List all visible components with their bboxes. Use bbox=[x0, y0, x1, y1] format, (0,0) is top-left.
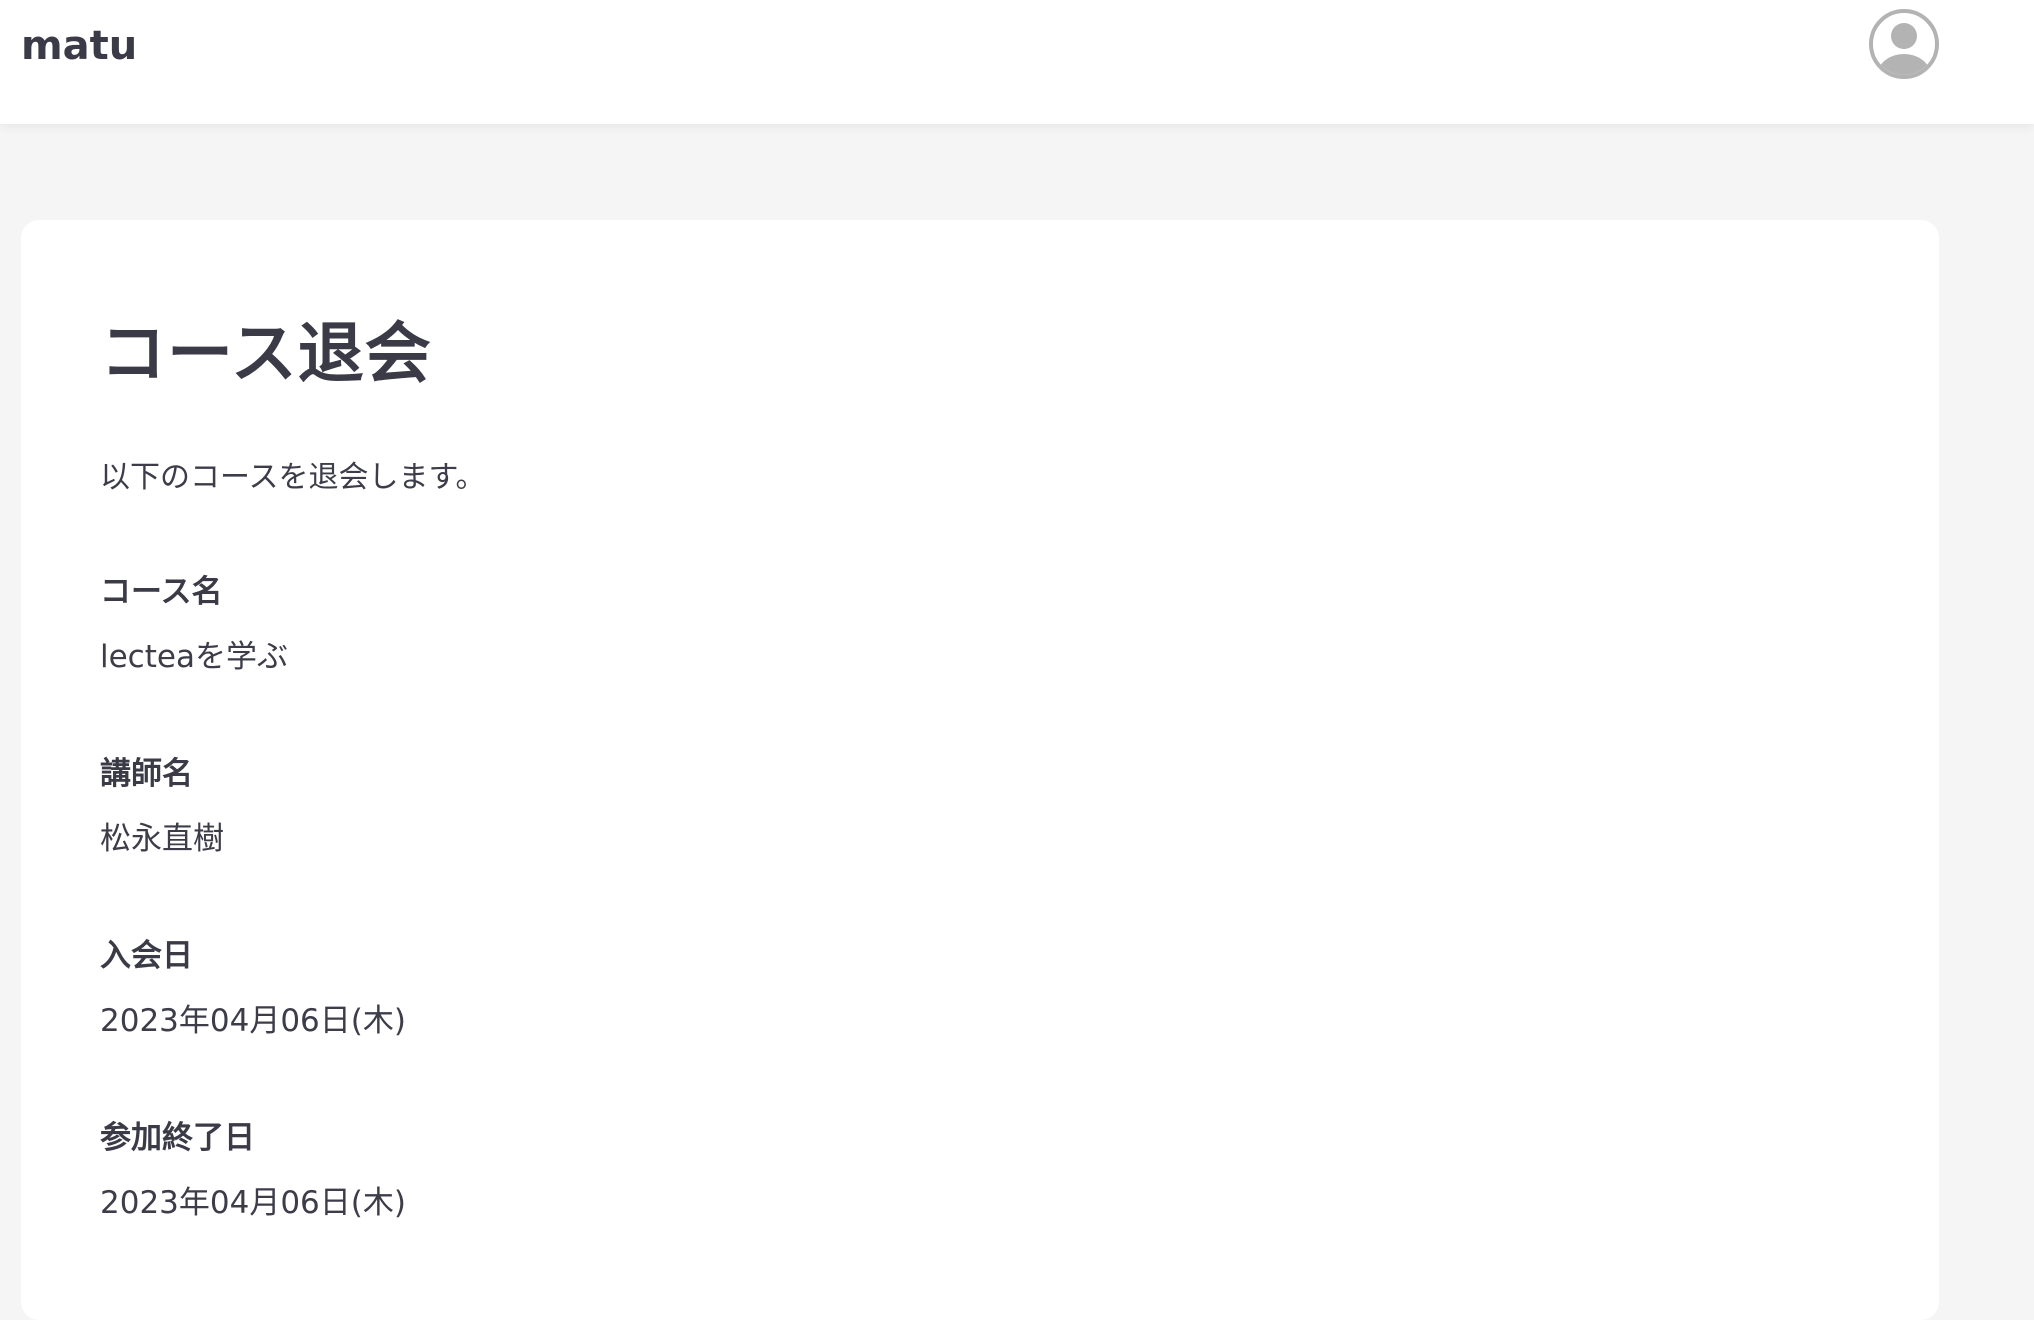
join-date-value: 2023年04月06日(木) bbox=[100, 1003, 406, 1039]
page-title: コース退会 bbox=[100, 315, 432, 392]
withdraw-card: コース退会 以下のコースを退会します。 コース名 lecteaを学ぶ 講師名 松… bbox=[21, 220, 1939, 1320]
join-date-label: 入会日 bbox=[100, 938, 193, 974]
course-name-value: lecteaを学ぶ bbox=[100, 639, 288, 675]
instructor-name-value: 松永直樹 bbox=[100, 821, 224, 857]
end-date-label: 参加終了日 bbox=[100, 1120, 255, 1156]
end-date-value: 2023年04月06日(木) bbox=[100, 1185, 406, 1221]
top-header: matu bbox=[0, 0, 2034, 124]
user-avatar-icon[interactable] bbox=[1868, 8, 1940, 80]
app-title[interactable]: matu bbox=[21, 18, 137, 74]
intro-text: 以下のコースを退会します。 bbox=[100, 460, 486, 495]
course-name-label: コース名 bbox=[100, 574, 223, 610]
instructor-name-label: 講師名 bbox=[100, 756, 193, 792]
